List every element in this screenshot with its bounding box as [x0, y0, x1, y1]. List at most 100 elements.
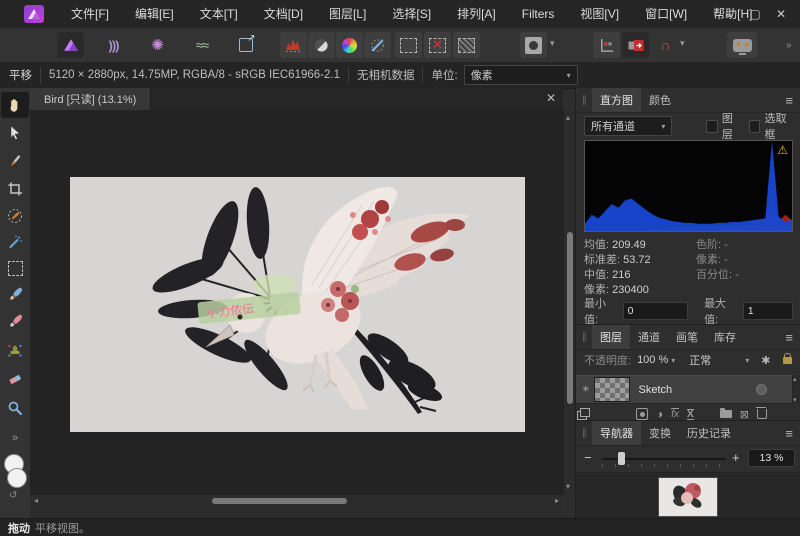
menu-window[interactable]: 窗口[W]: [632, 0, 700, 28]
channel-select[interactable]: 所有通道 ▾: [584, 116, 672, 136]
live-filter-icon[interactable]: X: [687, 409, 694, 420]
snapping-button[interactable]: ∩: [652, 32, 679, 58]
maximize-button[interactable]: ▢: [742, 0, 768, 28]
snapping-dropdown-chevron[interactable]: ▾: [680, 38, 685, 49]
tool-crop[interactable]: [1, 176, 29, 202]
max-value-input[interactable]: 1: [743, 302, 793, 320]
marquee-checkbox[interactable]: [749, 120, 761, 133]
panel-grip-icon[interactable]: ∥: [582, 428, 587, 439]
menu-document[interactable]: 文档[D]: [251, 0, 316, 28]
scroll-down-arrow[interactable]: ▾: [566, 482, 570, 491]
develop-persona-button[interactable]: ✺: [144, 32, 171, 58]
scroll-up-arrow[interactable]: ▴: [566, 113, 570, 122]
opacity-value[interactable]: 100 %: [637, 354, 668, 366]
liquify-persona-button[interactable]: ))): [100, 32, 127, 58]
close-button[interactable]: ✕: [768, 0, 794, 28]
layer-thumbnail[interactable]: [594, 377, 630, 402]
warning-icon[interactable]: ⚠: [777, 143, 788, 157]
zoom-in-button[interactable]: +: [732, 450, 740, 465]
insert-behind-button[interactable]: [622, 32, 649, 58]
lock-icon[interactable]: [783, 357, 792, 364]
levels-adjustment-button[interactable]: [280, 32, 307, 58]
menu-view[interactable]: 视图[V]: [567, 0, 632, 28]
tool-move[interactable]: [1, 120, 29, 146]
menu-edit[interactable]: 编辑[E]: [122, 0, 187, 28]
tool-marquee[interactable]: [1, 255, 29, 281]
tool-selection-brush[interactable]: [1, 203, 29, 229]
tab-brushes[interactable]: 画笔: [668, 325, 706, 349]
tool-zoom[interactable]: [1, 395, 29, 421]
tool-clone-stamp[interactable]: [1, 337, 29, 363]
menu-filters[interactable]: Filters: [509, 0, 568, 28]
move-by-pixels-button[interactable]: [593, 32, 620, 58]
tab-history[interactable]: 历史记录: [679, 421, 739, 445]
menu-text[interactable]: 文本[T]: [187, 0, 251, 28]
mask-layer-icon[interactable]: [636, 408, 648, 420]
tool-flood-select[interactable]: [1, 229, 29, 255]
tone-mapping-persona-button[interactable]: ≈≈: [188, 32, 215, 58]
layers-scrollbar[interactable]: ▴ ▾: [792, 375, 800, 404]
horizontal-scroll-thumb[interactable]: [212, 498, 347, 504]
tool-pixel-brush[interactable]: [1, 308, 29, 334]
layer-effects-icon[interactable]: fx: [671, 408, 679, 420]
panel-menu-icon[interactable]: ≡: [785, 426, 793, 441]
retouch-button[interactable]: [364, 32, 391, 58]
reset-colors-icon[interactable]: ↺: [9, 490, 17, 501]
scroll-down-arrow[interactable]: ▾: [793, 396, 797, 404]
zoom-out-button[interactable]: −: [584, 450, 592, 465]
scroll-right-arrow[interactable]: ▸: [555, 496, 559, 505]
scroll-left-arrow[interactable]: ◂: [34, 496, 38, 505]
tab-channels[interactable]: 通道: [630, 325, 668, 349]
more-tools-chevron[interactable]: »: [1, 425, 29, 451]
canvas-viewport[interactable]: 小力侬伝: [30, 110, 563, 494]
panel-grip-icon[interactable]: ∥: [582, 332, 587, 343]
zoom-slider-track[interactable]: [602, 458, 726, 460]
tab-close-button[interactable]: ✕: [546, 91, 556, 105]
menu-layer[interactable]: 图层[L]: [316, 0, 379, 28]
tool-paint-brush[interactable]: [1, 281, 29, 307]
colors-adjustment-button[interactable]: [336, 32, 363, 58]
tab-transform[interactable]: 变换: [641, 421, 679, 445]
group-layers-icon[interactable]: [720, 410, 732, 418]
export-persona-button[interactable]: ↗: [232, 32, 259, 58]
unit-select[interactable]: 像素 ▾: [464, 65, 578, 85]
tab-layers[interactable]: 图层: [592, 325, 630, 349]
layers-checkbox[interactable]: [706, 120, 718, 133]
layer-visibility-toggle[interactable]: [756, 384, 767, 395]
layer-name[interactable]: Sketch: [639, 384, 673, 396]
layer-row-sketch[interactable]: ✳ Sketch: [576, 375, 793, 404]
chevron-down-icon[interactable]: ▾: [745, 356, 749, 365]
panel-menu-icon[interactable]: ≡: [785, 330, 793, 345]
tab-color[interactable]: 颜色: [641, 88, 679, 112]
gear-icon[interactable]: ✱: [761, 354, 770, 367]
adjustment-layer-icon[interactable]: ◑: [656, 407, 663, 421]
deselect-button[interactable]: ✕: [424, 32, 451, 58]
panel-menu-icon[interactable]: ≡: [785, 93, 793, 108]
panel-grip-icon[interactable]: ∥: [582, 95, 587, 106]
document-tab[interactable]: Bird [只读] (13.1%): [30, 88, 151, 110]
foreground-color-swatch[interactable]: [7, 468, 27, 488]
vertical-scroll-thumb[interactable]: [567, 232, 573, 404]
quick-mask-button[interactable]: [520, 32, 547, 58]
scroll-up-arrow[interactable]: ▴: [793, 375, 797, 383]
tab-navigator[interactable]: 导航器: [592, 421, 641, 445]
invert-selection-button[interactable]: [453, 32, 480, 58]
chevron-down-icon[interactable]: ▾: [671, 356, 675, 365]
blend-mode-select[interactable]: 正常: [689, 352, 711, 368]
photo-persona-button[interactable]: [57, 32, 84, 58]
curves-adjustment-button[interactable]: [308, 32, 335, 58]
assistant-button[interactable]: [727, 32, 757, 58]
tool-eraser[interactable]: [1, 366, 29, 392]
delete-layer-icon[interactable]: [757, 409, 767, 419]
min-value-input[interactable]: 0: [623, 302, 689, 320]
navigator-thumbnail[interactable]: [659, 478, 717, 516]
select-all-button[interactable]: [395, 32, 422, 58]
menu-arrange[interactable]: 排列[A]: [444, 0, 509, 28]
duplicate-layer-icon[interactable]: [580, 408, 590, 417]
select-layers-icon[interactable]: ⊠: [740, 408, 749, 421]
tab-stock[interactable]: 库存: [706, 325, 744, 349]
tool-pan[interactable]: [1, 92, 29, 118]
tab-histogram[interactable]: 直方图: [592, 88, 641, 112]
zoom-value-input[interactable]: 13 %: [748, 449, 795, 467]
menu-select[interactable]: 选择[S]: [379, 0, 444, 28]
